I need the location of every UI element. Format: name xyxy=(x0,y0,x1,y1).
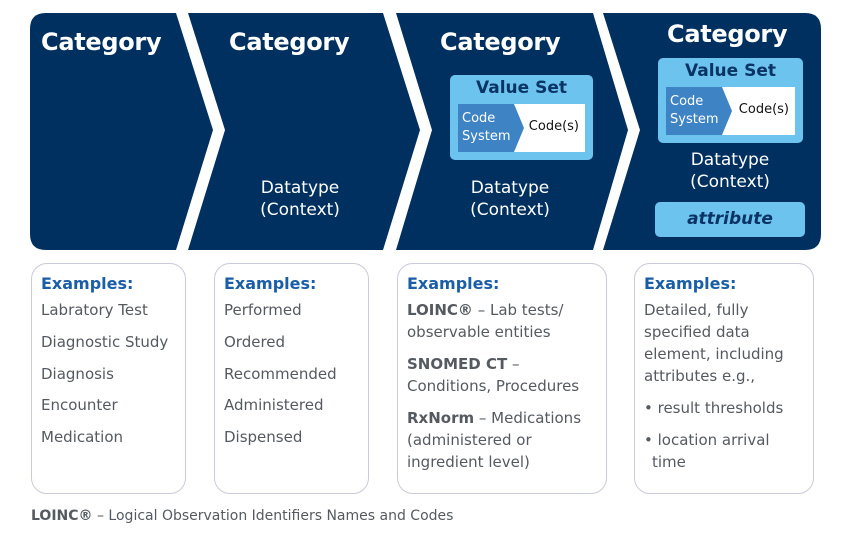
examples-heading: Examples: xyxy=(644,274,737,293)
description-line: attributes e.g., xyxy=(644,367,756,385)
examples-card-3: Examples: LOINC® – Lab tests/ observable… xyxy=(397,263,607,494)
example-item: Diagnosis xyxy=(41,365,114,383)
datatype-label-3: Datatype (Context) xyxy=(440,177,580,221)
example-text: observable entities xyxy=(407,323,551,341)
context-text: (Context) xyxy=(690,172,770,192)
example-bold: SNOMED CT xyxy=(407,355,508,373)
example-item: Encounter xyxy=(41,396,118,414)
example-text: – Lab tests/ xyxy=(472,301,564,319)
example-loinc: LOINC® – Lab tests/ observable entities xyxy=(407,299,563,343)
examples-card-4: Examples: Detailed, fully specified data… xyxy=(634,263,814,494)
value-set-box-4: Value Set Code System Code(s) xyxy=(658,58,803,143)
examples-card-2: Examples: Performed Ordered Recommended … xyxy=(214,263,369,494)
example-description: Detailed, fully specified data element, … xyxy=(644,299,784,387)
description-line: element, including xyxy=(644,345,784,363)
footnote-bold: LOINC® xyxy=(31,508,93,524)
code-system-label: Code System xyxy=(670,93,718,129)
example-text: – Medications xyxy=(474,409,582,427)
examples-heading: Examples: xyxy=(41,274,134,293)
example-item: Performed xyxy=(224,301,302,319)
category-title-1: Category xyxy=(41,28,162,56)
example-item: Recommended xyxy=(224,365,337,383)
value-set-row: Code System Code(s) xyxy=(458,104,585,152)
example-text: (administered or xyxy=(407,431,532,449)
bullet-item: • result thresholds xyxy=(644,397,783,419)
category-title-2: Category xyxy=(229,28,350,56)
context-text: (Context) xyxy=(470,200,550,220)
code-text: Code xyxy=(462,111,496,126)
context-text: (Context) xyxy=(260,200,340,220)
value-set-box-3: Value Set Code System Code(s) xyxy=(450,75,593,160)
example-item: Diagnostic Study xyxy=(41,333,169,351)
examples-heading: Examples: xyxy=(224,274,317,293)
datatype-label-2: Datatype (Context) xyxy=(230,177,370,221)
code-system-chevron: Code System xyxy=(666,87,732,135)
code-system-label: Code System xyxy=(462,110,510,146)
bullet-item: • location arrival time xyxy=(644,429,770,473)
example-bold: LOINC® xyxy=(407,301,473,319)
footnote-text: – Logical Observation Identifiers Names … xyxy=(92,508,454,524)
example-item: Ordered xyxy=(224,333,286,351)
datatype-text: Datatype xyxy=(470,178,550,198)
description-line: specified data xyxy=(644,323,750,341)
example-item: Administered xyxy=(224,396,324,414)
example-item: Dispensed xyxy=(224,428,303,446)
example-snomed: SNOMED CT – Conditions, Procedures xyxy=(407,353,579,397)
attribute-box: attribute xyxy=(655,202,805,237)
bullet-text: • location arrival xyxy=(644,431,770,449)
example-rxnorm: RxNorm – Medications (administered or in… xyxy=(407,407,581,473)
example-text: Conditions, Procedures xyxy=(407,377,580,395)
code-system-chevron: Code System xyxy=(458,104,524,152)
bullet-text: time xyxy=(652,453,686,471)
system-text: System xyxy=(462,129,511,144)
category-title-4: Category xyxy=(667,20,788,48)
footnote: LOINC® – Logical Observation Identifiers… xyxy=(31,508,453,524)
datatype-text: Datatype xyxy=(260,178,340,198)
system-text: System xyxy=(670,112,719,127)
example-bold: RxNorm xyxy=(407,409,475,427)
example-text: – xyxy=(507,355,520,373)
datatype-text: Datatype xyxy=(690,150,770,170)
example-text: ingredient level) xyxy=(407,453,530,471)
codes-label: Code(s) xyxy=(528,119,579,134)
category-title-3: Category xyxy=(440,28,561,56)
value-set-title: Value Set xyxy=(685,61,776,81)
datatype-label-4: Datatype (Context) xyxy=(660,149,800,193)
description-line: Detailed, fully xyxy=(644,301,749,319)
value-set-row: Code System Code(s) xyxy=(666,87,795,135)
example-item: Medication xyxy=(41,428,124,446)
code-text: Code xyxy=(670,94,704,109)
examples-heading: Examples: xyxy=(407,274,500,293)
examples-card-1: Examples: Labratory Test Diagnostic Stud… xyxy=(31,263,186,494)
example-item: Labratory Test xyxy=(41,301,148,319)
codes-label: Code(s) xyxy=(738,102,789,117)
value-set-title: Value Set xyxy=(476,78,567,98)
bullet-text: • result thresholds xyxy=(644,399,784,417)
